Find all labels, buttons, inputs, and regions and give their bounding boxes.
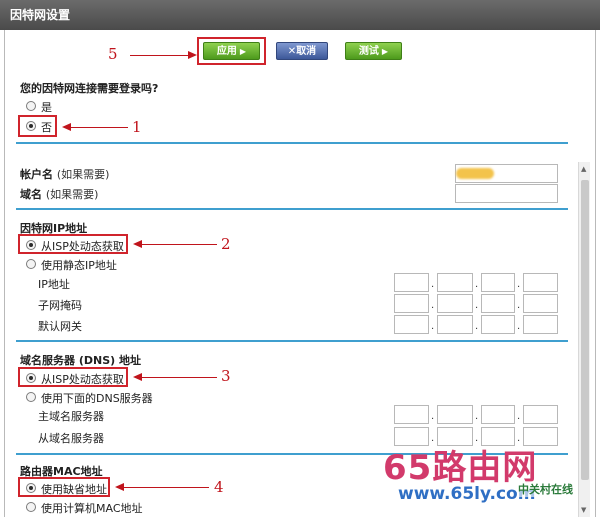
highlight-login-no bbox=[18, 115, 57, 137]
octet-separator: . bbox=[431, 300, 435, 311]
subnet-octet-input[interactable] bbox=[394, 294, 429, 313]
domain-input[interactable] bbox=[455, 184, 558, 203]
username-label: 帐户名 (如果需要) bbox=[20, 166, 109, 182]
octet-separator: . bbox=[475, 300, 479, 311]
watermark-url: www.65ly.com bbox=[398, 484, 536, 504]
annotation-2: 2 bbox=[221, 235, 231, 253]
annotation-arrow-4 bbox=[123, 487, 209, 488]
section-divider bbox=[16, 340, 568, 342]
login-yes-label: 是 bbox=[41, 101, 52, 114]
subnet-octet-input[interactable] bbox=[523, 294, 558, 313]
play-icon: ▶ bbox=[381, 47, 389, 56]
scroll-down-icon[interactable]: ▼ bbox=[581, 506, 586, 514]
ip-octet-input[interactable] bbox=[481, 273, 515, 292]
dns-manual-radio[interactable] bbox=[26, 392, 36, 402]
gateway-octet-input[interactable] bbox=[523, 315, 558, 334]
octet-separator: . bbox=[431, 411, 435, 422]
test-label: 测试 bbox=[358, 46, 379, 57]
close-icon: ✕ bbox=[287, 46, 297, 57]
primary-dns-octet-input[interactable] bbox=[481, 405, 515, 424]
primary-dns-octet-input[interactable] bbox=[523, 405, 558, 424]
annotation-4: 4 bbox=[214, 478, 224, 496]
login-question: 您的因特网连接需要登录吗? bbox=[20, 82, 159, 95]
redacted-username bbox=[456, 168, 494, 179]
octet-separator: . bbox=[517, 300, 521, 311]
scrollbar-thumb[interactable] bbox=[581, 180, 589, 480]
gateway-octet-input[interactable] bbox=[394, 315, 429, 334]
gateway-octet-input[interactable] bbox=[481, 315, 515, 334]
username-input[interactable] bbox=[455, 164, 558, 183]
secondary-dns-label: 从域名服务器 bbox=[38, 432, 104, 445]
cancel-button[interactable]: ✕取消 bbox=[276, 42, 328, 60]
watermark-main: 65路由网 bbox=[383, 448, 538, 488]
default-gateway-label: 默认网关 bbox=[38, 320, 82, 333]
ip-address-label: IP地址 bbox=[38, 278, 70, 291]
dns-manual-label: 使用下面的DNS服务器 bbox=[41, 392, 153, 405]
domain-label-text: 域名 bbox=[20, 188, 42, 201]
window-title: 因特网设置 bbox=[0, 0, 600, 30]
annotation-arrow-5 bbox=[130, 55, 188, 56]
gateway-octet-input[interactable] bbox=[437, 315, 473, 334]
octet-separator: . bbox=[431, 321, 435, 332]
annotation-arrow-2 bbox=[141, 244, 217, 245]
octet-separator: . bbox=[475, 411, 479, 422]
highlight-ip-dynamic bbox=[18, 234, 128, 254]
ip-static-label: 使用静态IP地址 bbox=[41, 259, 117, 272]
octet-separator: . bbox=[517, 279, 521, 290]
arrowhead-5 bbox=[188, 51, 197, 59]
domain-label: 域名 (如果需要) bbox=[20, 186, 98, 202]
section-divider bbox=[16, 142, 568, 144]
watermark-brand: 中关村在线 bbox=[518, 481, 573, 497]
ip-octet-input[interactable] bbox=[394, 273, 429, 292]
scroll-up-icon[interactable]: ▲ bbox=[581, 165, 586, 173]
annotation-1: 1 bbox=[132, 118, 142, 136]
primary-dns-label: 主域名服务器 bbox=[38, 410, 104, 423]
subnet-octet-input[interactable] bbox=[481, 294, 515, 313]
ip-octet-input[interactable] bbox=[437, 273, 473, 292]
octet-separator: . bbox=[517, 321, 521, 332]
login-yes-radio[interactable] bbox=[26, 101, 36, 111]
octet-separator: . bbox=[431, 279, 435, 290]
annotation-arrow-3 bbox=[141, 377, 217, 378]
annotation-3: 3 bbox=[221, 367, 231, 385]
mac-computer-label: 使用计算机MAC地址 bbox=[41, 502, 143, 515]
annotation-5: 5 bbox=[108, 45, 118, 63]
username-label-text: 帐户名 bbox=[20, 168, 53, 181]
vertical-scrollbar[interactable]: ▲ ▼ bbox=[578, 162, 590, 517]
primary-dns-octet-input[interactable] bbox=[394, 405, 429, 424]
section-divider bbox=[16, 208, 568, 210]
highlight-mac-default bbox=[18, 477, 110, 497]
highlight-apply-button bbox=[197, 37, 266, 65]
cancel-label: 取消 bbox=[296, 46, 317, 57]
highlight-dns-dynamic bbox=[18, 367, 128, 387]
subnet-octet-input[interactable] bbox=[437, 294, 473, 313]
ip-octet-input[interactable] bbox=[523, 273, 558, 292]
annotation-arrow-1 bbox=[70, 127, 128, 128]
ip-static-radio[interactable] bbox=[26, 259, 36, 269]
octet-separator: . bbox=[475, 321, 479, 332]
domain-hint: (如果需要) bbox=[45, 188, 99, 201]
test-button[interactable]: 测试 ▶ bbox=[345, 42, 402, 60]
octet-separator: . bbox=[475, 279, 479, 290]
subnet-mask-label: 子网掩码 bbox=[38, 299, 82, 312]
octet-separator: . bbox=[517, 411, 521, 422]
primary-dns-octet-input[interactable] bbox=[437, 405, 473, 424]
dns-heading: 域名服务器 (DNS) 地址 bbox=[20, 354, 141, 367]
username-hint: (如果需要) bbox=[56, 168, 110, 181]
mac-computer-radio[interactable] bbox=[26, 502, 36, 512]
